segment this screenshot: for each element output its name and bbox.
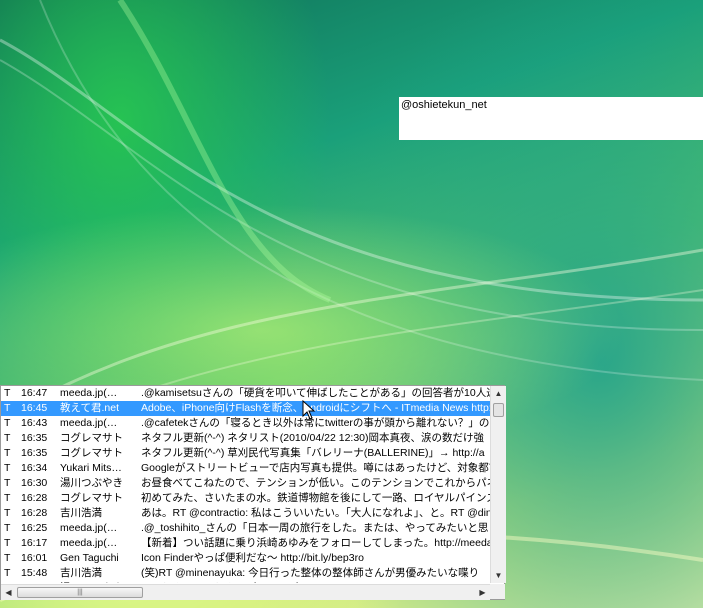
tweet-user-cell: 湯川つぶやき — [60, 477, 123, 489]
tweet-type-cell: T — [4, 402, 11, 414]
tweet-time-cell: 16:25 — [21, 522, 48, 534]
tweet-type-cell: T — [4, 522, 11, 534]
tweet-type-cell: T — [4, 537, 11, 549]
tweet-user-cell: meeda.jp(… — [60, 417, 118, 429]
tweet-type-cell: T — [4, 447, 11, 459]
tweet-time-cell: 15:41 — [21, 581, 55, 583]
scroll-up-icon[interactable]: ▲ — [491, 386, 506, 401]
timeline-row[interactable]: T 16:25 meeda.jp(… .@_toshihito_さんの「日本一周の旅行… — [1, 521, 490, 536]
tweet-type-cell: T — [4, 567, 11, 579]
tweet-user-cell: meeda.jp(… — [60, 387, 118, 399]
tweet-text-cell: (笑)RT @minenayuka: 今日行った整体の整体師さんが男優みたいな喋… — [141, 567, 480, 579]
tweet-time-cell: 16:45 — [21, 402, 48, 414]
tweet-time-cell: 16:30 — [21, 477, 48, 489]
tweet-user-cell: 湯川つぶやき — [60, 581, 138, 583]
tweet-time-cell: 16:01 — [21, 552, 48, 564]
timeline-row[interactable]: T 16:47 meeda.jp(… .@kamisetsuさんの「硬貨を叩いて伸ばし… — [1, 386, 490, 401]
scroll-down-icon[interactable]: ▼ — [491, 568, 506, 583]
tweet-text-cell: 初めてみた、さいたまの水。鉄道博物館を後にして一路、ロイヤルパインズホテ — [141, 492, 490, 504]
timeline-row[interactable]: T 16:35 コグレマサト ネタフル更新(^-^) ネタリスト(2010/04/22… — [1, 431, 490, 446]
timeline-list[interactable]: T 16:47 meeda.jp(… .@kamisetsuさんの「硬貨を叩いて伸ばし… — [1, 386, 490, 583]
timeline-row[interactable]: T 16:43 meeda.jp(… .@cafetekさんの「寝るとき以外は常にtw… — [1, 416, 490, 431]
tweet-text-cell: ネタフル更新(^-^) 草刈民代写真集「バレリーナ(BALLERINE)」→ h… — [141, 447, 485, 459]
tweet-text-cell: お昼食べてこねたので、テンションが低い。このテンションでこれからパネル討論 — [141, 477, 490, 489]
tweet-type-cell: T — [4, 477, 11, 489]
scrollbar-corner — [490, 584, 505, 599]
tweet-text-cell: .@kamisetsuさんの「硬貨を叩いて伸ばしたことがある」の回答者が10人達… — [141, 387, 490, 399]
tweet-type-cell: T — [4, 387, 11, 399]
tweet-time-cell: 16:35 — [21, 432, 48, 444]
tweet-type-cell: T — [4, 417, 11, 429]
user-tooltip-box: @oshietekun_net — [399, 97, 703, 140]
tweet-user-cell: meeda.jp(… — [60, 537, 118, 549]
tweet-time-cell: 16:28 — [21, 507, 48, 519]
vertical-scrollbar[interactable]: ▲ ▼ — [490, 386, 506, 583]
tweet-type-cell: T — [4, 492, 11, 504]
tweet-type-cell: T — [4, 581, 14, 583]
tweet-user-cell: Gen Taguchi — [60, 552, 119, 564]
scroll-right-icon[interactable]: ▶ — [475, 585, 490, 600]
tweet-text-cell: .@_toshihito_さんの「日本一周の旅行をした。または、やってみたいと思… — [141, 522, 490, 534]
tweet-text-cell: Icon Finderやっぱ便利だな～ http://bit.ly/bep3ro — [141, 552, 364, 564]
tweet-user-cell: 吉川浩満 — [60, 567, 102, 579]
grip-icon: ||| — [77, 589, 83, 596]
tweet-type-cell: T — [4, 432, 11, 444]
timeline-row[interactable]: T 15:48 吉川浩満 (笑)RT @minenayuka: 今日行った整体の整体師… — [1, 566, 490, 581]
tweet-user-cell: Yukari Mits… — [60, 462, 122, 474]
timeline-row[interactable]: T 16:34 Yukari Mits… Googleがストリートビューで店内写真も提… — [1, 461, 490, 476]
tweet-text-cell: 【新着】つい話題に乗り浜崎あゆみをフォローしてしまった。http://meeda… — [141, 537, 490, 549]
tweet-user-cell: meeda.jp(… — [60, 522, 118, 534]
tweet-user-cell: コグレマサト — [60, 492, 123, 504]
scroll-left-icon[interactable]: ◀ — [1, 585, 16, 600]
tweet-time-cell: 16:17 — [21, 537, 48, 549]
tweet-type-cell: T — [4, 552, 11, 564]
timeline-row[interactable]: T 16:45 教えて君.net Adobe、iPhone向けFlashを断念、And… — [1, 401, 490, 416]
timeline-row[interactable]: T 16:01 Gen Taguchi Icon Finderやっぱ便利だな～ htt… — [1, 551, 490, 566]
tweet-time-cell: 16:47 — [21, 387, 48, 399]
tweet-type-cell: T — [4, 462, 11, 474]
timeline-row[interactable]: T 16:28 吉川浩満 あは。RT @contractio: 私はこういいたい。「大… — [1, 506, 490, 521]
tweet-text-cell: あは。RT @contractio: 私はこういいたい。「大人になれよ」、と。R… — [141, 507, 490, 519]
tweet-type-cell: T — [4, 507, 11, 519]
horizontal-scrollbar[interactable]: ◀ ||| ▶ — [1, 584, 490, 600]
timeline-row[interactable]: T 16:17 meeda.jp(… 【新着】つい話題に乗り浜崎あゆみをフォローしてし… — [1, 536, 490, 551]
tweet-time-cell: 16:35 — [21, 447, 48, 459]
timeline-row[interactable]: T 16:35 コグレマサト ネタフル更新(^-^) 草刈民代写真集「バレリーナ(BA… — [1, 446, 490, 461]
tweet-user-cell: コグレマサト — [60, 447, 123, 459]
timeline-row[interactable]: T 16:30 湯川つぶやき お昼食べてこねたので、テンションが低い。このテンションで… — [1, 476, 490, 491]
tweet-text-cell: ネタフル更新(^-^) ネタリスト(2010/04/22 12:30)岡本真夜、… — [141, 432, 484, 444]
tweet-time-cell: 16:34 — [21, 462, 48, 474]
tweet-user-cell: 吉川浩満 — [60, 507, 102, 519]
mouse-pointer-icon — [302, 400, 316, 420]
tweet-text-cell: Googleがストリートビューで店内写真も提供。噂にはあったけど、対象都市の — [141, 462, 490, 474]
timeline-row[interactable]: T 16:28 コグレマサト 初めてみた、さいたまの水。鉄道博物館を後にして一路、ロイ… — [1, 491, 490, 506]
tweet-time-cell: 15:48 — [21, 567, 48, 579]
tweet-user-cell: 教えて君.net — [60, 402, 119, 414]
vertical-scroll-thumb[interactable] — [493, 403, 504, 417]
timeline-row[interactable]: T 15:41 湯川つぶやきはいじん、はいじん、ぴーる、ぴーる・・・ — [1, 581, 490, 583]
timeline-window: T 16:47 meeda.jp(… .@kamisetsuさんの「硬貨を叩いて伸ばし… — [0, 385, 506, 600]
tweet-text-cell: はいじん、はいじん、ぴーる、ぴーる・・・ — [141, 581, 490, 583]
tweet-time-cell: 16:43 — [21, 417, 48, 429]
tweet-time-cell: 16:28 — [21, 492, 48, 504]
horizontal-scroll-thumb[interactable]: ||| — [17, 587, 143, 598]
tooltip-handle: @oshietekun_net — [401, 99, 487, 111]
tweet-user-cell: コグレマサト — [60, 432, 123, 444]
